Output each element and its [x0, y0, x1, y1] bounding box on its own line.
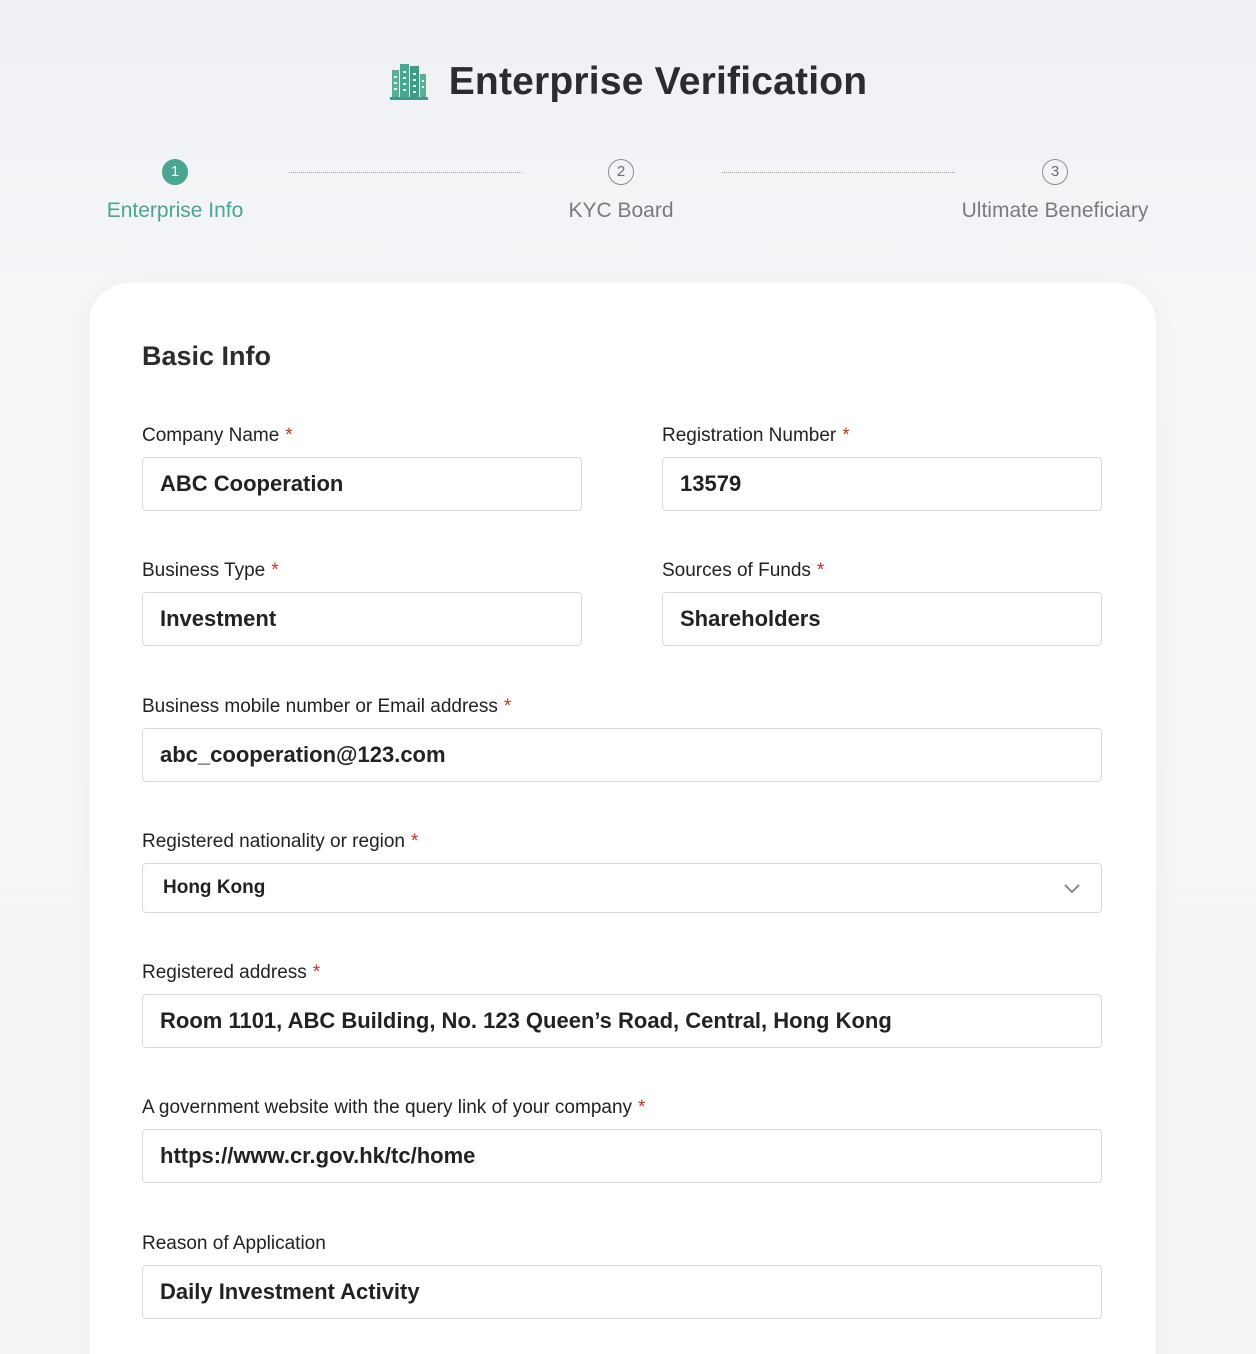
reason-input[interactable]: Daily Investment Activity [142, 1265, 1102, 1319]
progress-stepper: 1 Enterprise Info 2 KYC Board 3 Ultimate… [0, 158, 1256, 258]
required-marker: * [312, 962, 321, 983]
step-label: KYC Board [568, 199, 674, 222]
step-connector [289, 172, 522, 173]
chevron-down-icon [1064, 884, 1080, 894]
page-title: Enterprise Verification [448, 60, 868, 103]
required-marker: * [816, 560, 825, 581]
contact-field: Business mobile number or Email address *… [142, 694, 1102, 782]
address-field: Registered address * Room 1101, ABC Build… [142, 960, 1102, 1048]
field-label: Registered address [142, 962, 307, 983]
form-card: Basic Info Company Name * ABC Cooperation… [89, 283, 1156, 1354]
reason-field: Reason of Application Daily Investment A… [142, 1231, 1102, 1319]
required-marker: * [411, 831, 419, 852]
step-kyc-board[interactable]: 2 KYC Board [521, 158, 721, 227]
page: Enterprise Verification 1 Enterprise Inf… [0, 0, 1256, 1354]
company-name-field: Company Name * ABC Cooperation [142, 423, 582, 511]
field-label: Business Type [142, 560, 266, 581]
sources-of-funds-field: Sources of Funds * Shareholders [662, 558, 1102, 646]
field-label: Business mobile number or Email address [142, 696, 498, 717]
step-enterprise-info[interactable]: 1 Enterprise Info [75, 158, 275, 227]
field-label: Sources of Funds [662, 560, 811, 581]
field-label: A government website with the query link… [142, 1097, 633, 1118]
registration-number-input[interactable]: 13579 [662, 457, 1102, 511]
field-label: Company Name [142, 425, 280, 446]
business-type-field: Business Type * Investment [142, 558, 582, 646]
gov-website-field: A government website with the query link… [142, 1095, 1102, 1183]
step-number: 1 [162, 159, 188, 185]
step-number: 3 [1042, 159, 1068, 185]
nationality-field: Registered nationality or region * Hong K… [142, 829, 1102, 913]
required-marker: * [842, 425, 850, 446]
required-marker: * [285, 425, 293, 446]
field-label: Registration Number [662, 425, 837, 446]
field-label: Reason of Application [142, 1233, 326, 1254]
gov-website-input[interactable]: https://www.cr.gov.hk/tc/home [142, 1129, 1102, 1183]
required-marker: * [638, 1097, 646, 1118]
nationality-selected-value: Hong Kong [163, 877, 266, 898]
step-connector [722, 172, 955, 173]
page-header: Enterprise Verification [0, 60, 1256, 104]
sources-of-funds-input[interactable]: Shareholders [662, 592, 1102, 646]
step-ultimate-beneficiary[interactable]: 3 Ultimate Beneficiary [955, 158, 1155, 227]
address-input[interactable]: Room 1101, ABC Building, No. 123 Queen’s… [142, 994, 1102, 1048]
building-icon [389, 64, 428, 100]
company-name-input[interactable]: ABC Cooperation [142, 457, 582, 511]
contact-input[interactable]: abc_cooperation@123.com [142, 728, 1102, 782]
step-label: Ultimate Beneficiary [961, 199, 1149, 222]
step-number: 2 [608, 159, 634, 185]
required-marker: * [503, 696, 512, 717]
required-marker: * [271, 560, 279, 581]
business-type-input[interactable]: Investment [142, 592, 582, 646]
nationality-select[interactable]: Hong Kong [142, 863, 1102, 913]
field-label: Registered nationality or region [142, 831, 405, 852]
registration-number-field: Registration Number * 13579 [662, 423, 1102, 511]
step-label: Enterprise Info [106, 199, 244, 222]
section-title: Basic Info [142, 341, 272, 371]
